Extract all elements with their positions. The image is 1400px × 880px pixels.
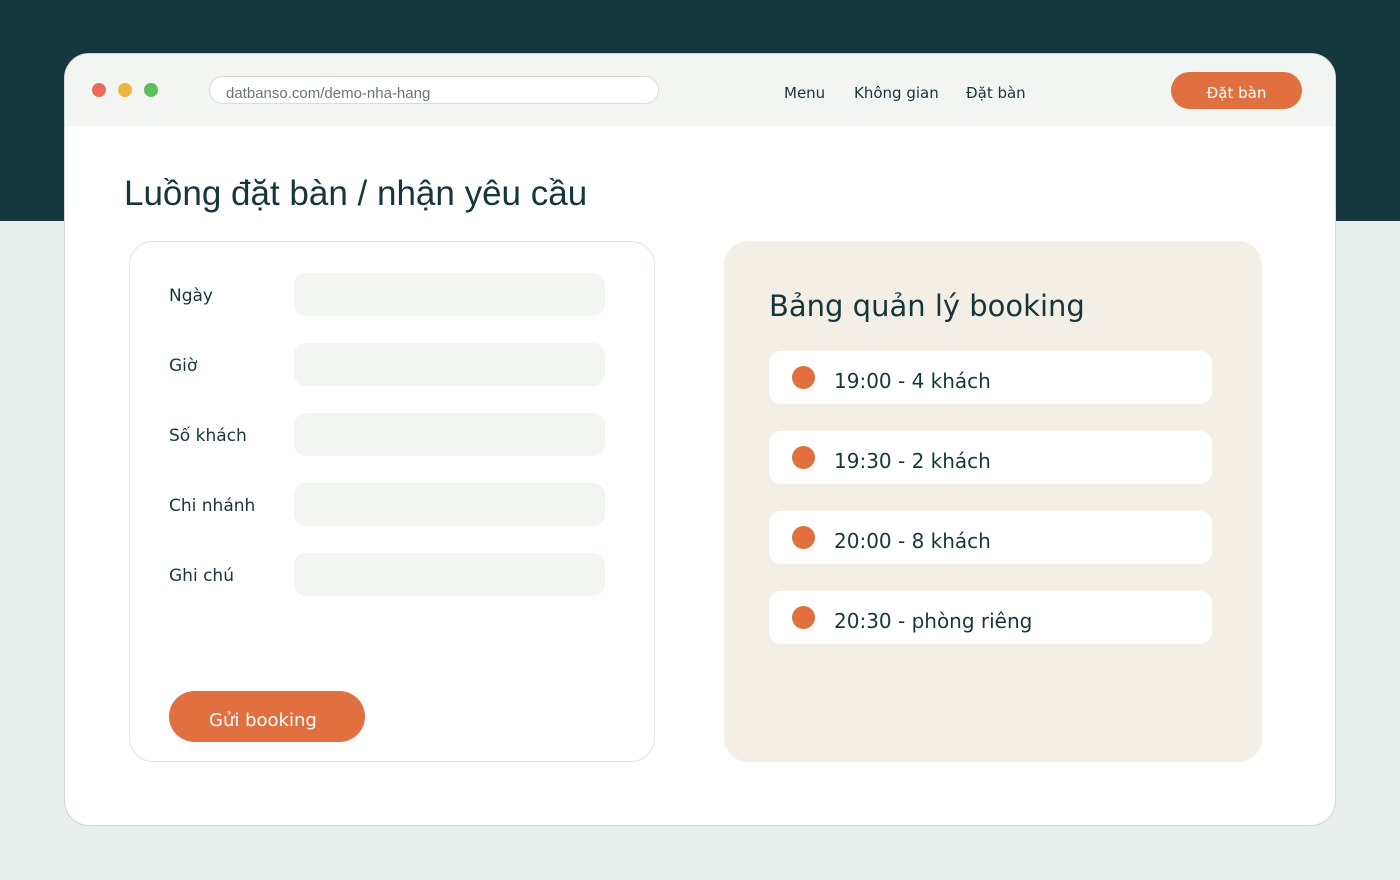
branch-label: Chi nhánh: [169, 496, 256, 516]
submit-booking-button[interactable]: Gửi booking: [169, 691, 365, 742]
maximize-window-dot-icon[interactable]: [144, 83, 158, 97]
panel-title: Bảng quản lý booking: [769, 289, 1085, 323]
status-dot-icon: [792, 606, 815, 629]
reserve-cta-button[interactable]: Đặt bàn: [1171, 72, 1302, 109]
time-label: Giờ: [169, 356, 198, 376]
status-dot-icon: [792, 526, 815, 549]
booking-form: Ngày Giờ Số khách Chi nhánh Ghi chú Gửi …: [129, 241, 655, 762]
booking-management-panel: Bảng quản lý booking 19:00 - 4 khách 19:…: [724, 241, 1262, 762]
booking-list-item[interactable]: 19:00 - 4 khách: [769, 351, 1212, 404]
booking-item-text: 20:00 - 8 khách: [834, 529, 991, 553]
close-window-dot-icon[interactable]: [92, 83, 106, 97]
browser-window: datbanso.com/demo-nha-hang Menu Không gi…: [65, 54, 1335, 825]
booking-list-item[interactable]: 20:30 - phòng riêng: [769, 591, 1212, 644]
note-label: Ghi chú: [169, 566, 234, 586]
time-input[interactable]: [294, 343, 605, 386]
booking-item-text: 20:30 - phòng riêng: [834, 609, 1033, 633]
nav-link-space[interactable]: Không gian: [854, 84, 939, 102]
address-bar[interactable]: datbanso.com/demo-nha-hang: [209, 76, 659, 104]
guests-label: Số khách: [169, 426, 247, 446]
guests-input[interactable]: [294, 413, 605, 456]
booking-list-item[interactable]: 19:30 - 2 khách: [769, 431, 1212, 484]
nav-link-menu[interactable]: Menu: [784, 84, 825, 102]
date-label: Ngày: [169, 286, 213, 306]
status-dot-icon: [792, 446, 815, 469]
note-input[interactable]: [294, 553, 605, 596]
browser-titlebar: datbanso.com/demo-nha-hang Menu Không gi…: [65, 54, 1335, 126]
nav-link-reserve[interactable]: Đặt bàn: [966, 84, 1026, 102]
status-dot-icon: [792, 366, 815, 389]
branch-input[interactable]: [294, 483, 605, 526]
booking-item-text: 19:30 - 2 khách: [834, 449, 991, 473]
booking-item-text: 19:00 - 4 khách: [834, 369, 991, 393]
page-title: Luồng đặt bàn / nhận yêu cầu: [124, 174, 588, 213]
minimize-window-dot-icon[interactable]: [118, 83, 132, 97]
booking-list-item[interactable]: 20:00 - 8 khách: [769, 511, 1212, 564]
date-input[interactable]: [294, 273, 605, 316]
